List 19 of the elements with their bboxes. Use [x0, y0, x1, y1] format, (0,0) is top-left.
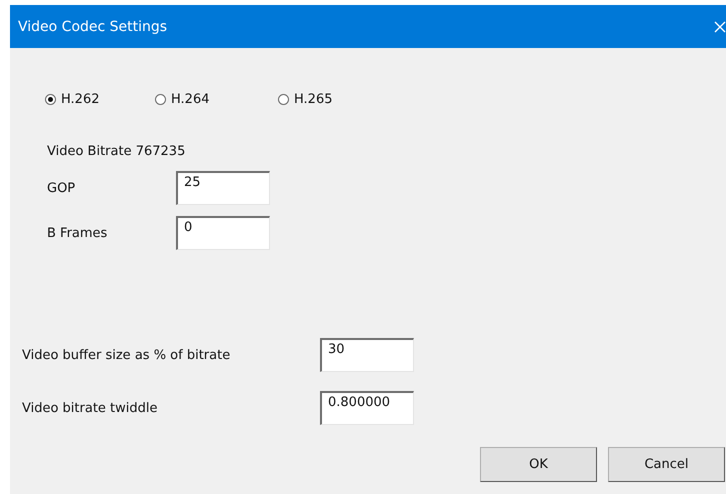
- bitrate-label: Video Bitrate 767235: [47, 144, 186, 160]
- input-field[interactable]: 25: [176, 171, 270, 205]
- field-label: Video buffer size as % of bitrate: [22, 348, 232, 362]
- cancel-button[interactable]: Cancel: [608, 447, 725, 482]
- field-label: GOP: [47, 180, 76, 196]
- input-field[interactable]: 30: [320, 338, 414, 372]
- input-field[interactable]: 0: [176, 216, 270, 250]
- ok-button[interactable]: OK: [480, 447, 597, 482]
- radio-icon[interactable]: [45, 94, 56, 104]
- radio-icon[interactable]: [278, 94, 289, 104]
- codec-radio[interactable]: H.265: [278, 92, 332, 106]
- field-label: B Frames: [47, 226, 108, 240]
- radio-icon[interactable]: [155, 94, 166, 104]
- window-title: Video Codec Settings: [18, 18, 168, 34]
- field-label: Video bitrate twiddle: [22, 400, 159, 416]
- input-field[interactable]: 0.800000: [320, 391, 414, 425]
- codec-radio[interactable]: H.262: [45, 92, 100, 106]
- close-icon[interactable]: [714, 20, 726, 34]
- codec-radio[interactable]: H.264: [155, 92, 210, 106]
